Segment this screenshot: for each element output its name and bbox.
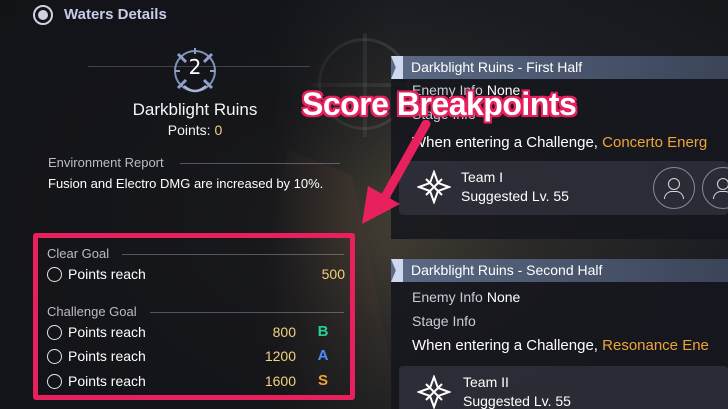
- stage-description-highlight: Resonance Ene: [602, 337, 709, 354]
- enemy-info: Enemy Info None: [412, 289, 520, 305]
- environment-report-text: Fusion and Electro DMG are increased by …: [48, 176, 324, 191]
- stage-description-text: When entering a Challenge,: [412, 337, 598, 354]
- stage-description: When entering a Challenge, Resonance Ene: [412, 337, 709, 354]
- character-slot-icon[interactable]: [702, 167, 728, 209]
- ruin-name: Darkblight Ruins: [132, 100, 258, 119]
- enemy-info-label: Enemy Info: [412, 289, 483, 305]
- stage-card-body: Enemy Info None Stage Info When entering …: [391, 282, 728, 409]
- stage-card-header: Darkblight Ruins - First Half: [391, 56, 728, 79]
- callout-arrow-icon: [362, 120, 431, 224]
- points-total: Points: 0: [90, 122, 300, 138]
- section-divider: [180, 163, 340, 164]
- stage-card-header: Darkblight Ruins - Second Half: [391, 259, 728, 282]
- team-emblem-icon: [417, 375, 451, 409]
- stage-card-title: Darkblight Ruins - First Half: [411, 59, 583, 75]
- stage-card-title: Darkblight Ruins - Second Half: [411, 262, 603, 278]
- enemy-info-value: None: [486, 289, 521, 305]
- score-breakpoints-callout: Score Breakpoints: [302, 86, 577, 122]
- team-suggested-level: Suggested Lv. 55: [463, 393, 571, 409]
- team-slot[interactable]: Team I Suggested Lv. 55: [399, 161, 728, 215]
- stage-info-label: Stage Info: [412, 313, 476, 329]
- team-name: Team I: [461, 169, 504, 185]
- flag-icon: [391, 259, 403, 282]
- stage-description-highlight: Concerto Energ: [602, 134, 708, 151]
- team-slot[interactable]: Team II Suggested Lv. 55: [399, 366, 728, 409]
- waters-globe-icon: [33, 5, 53, 25]
- score-breakpoints-highlight-box: [33, 233, 355, 400]
- points-label: Points:: [167, 122, 211, 138]
- team-suggested-level: Suggested Lv. 55: [461, 188, 569, 204]
- team-name: Team II: [463, 374, 509, 390]
- environment-report-title: Environment Report: [48, 155, 164, 170]
- character-slot-icon[interactable]: [653, 167, 695, 209]
- flag-icon: [391, 56, 403, 79]
- depth-number: 2: [188, 55, 202, 79]
- points-value: 0: [214, 122, 223, 138]
- stage-description: When entering a Challenge, Concerto Ener…: [412, 134, 707, 151]
- panel-title: Waters Details: [64, 6, 167, 23]
